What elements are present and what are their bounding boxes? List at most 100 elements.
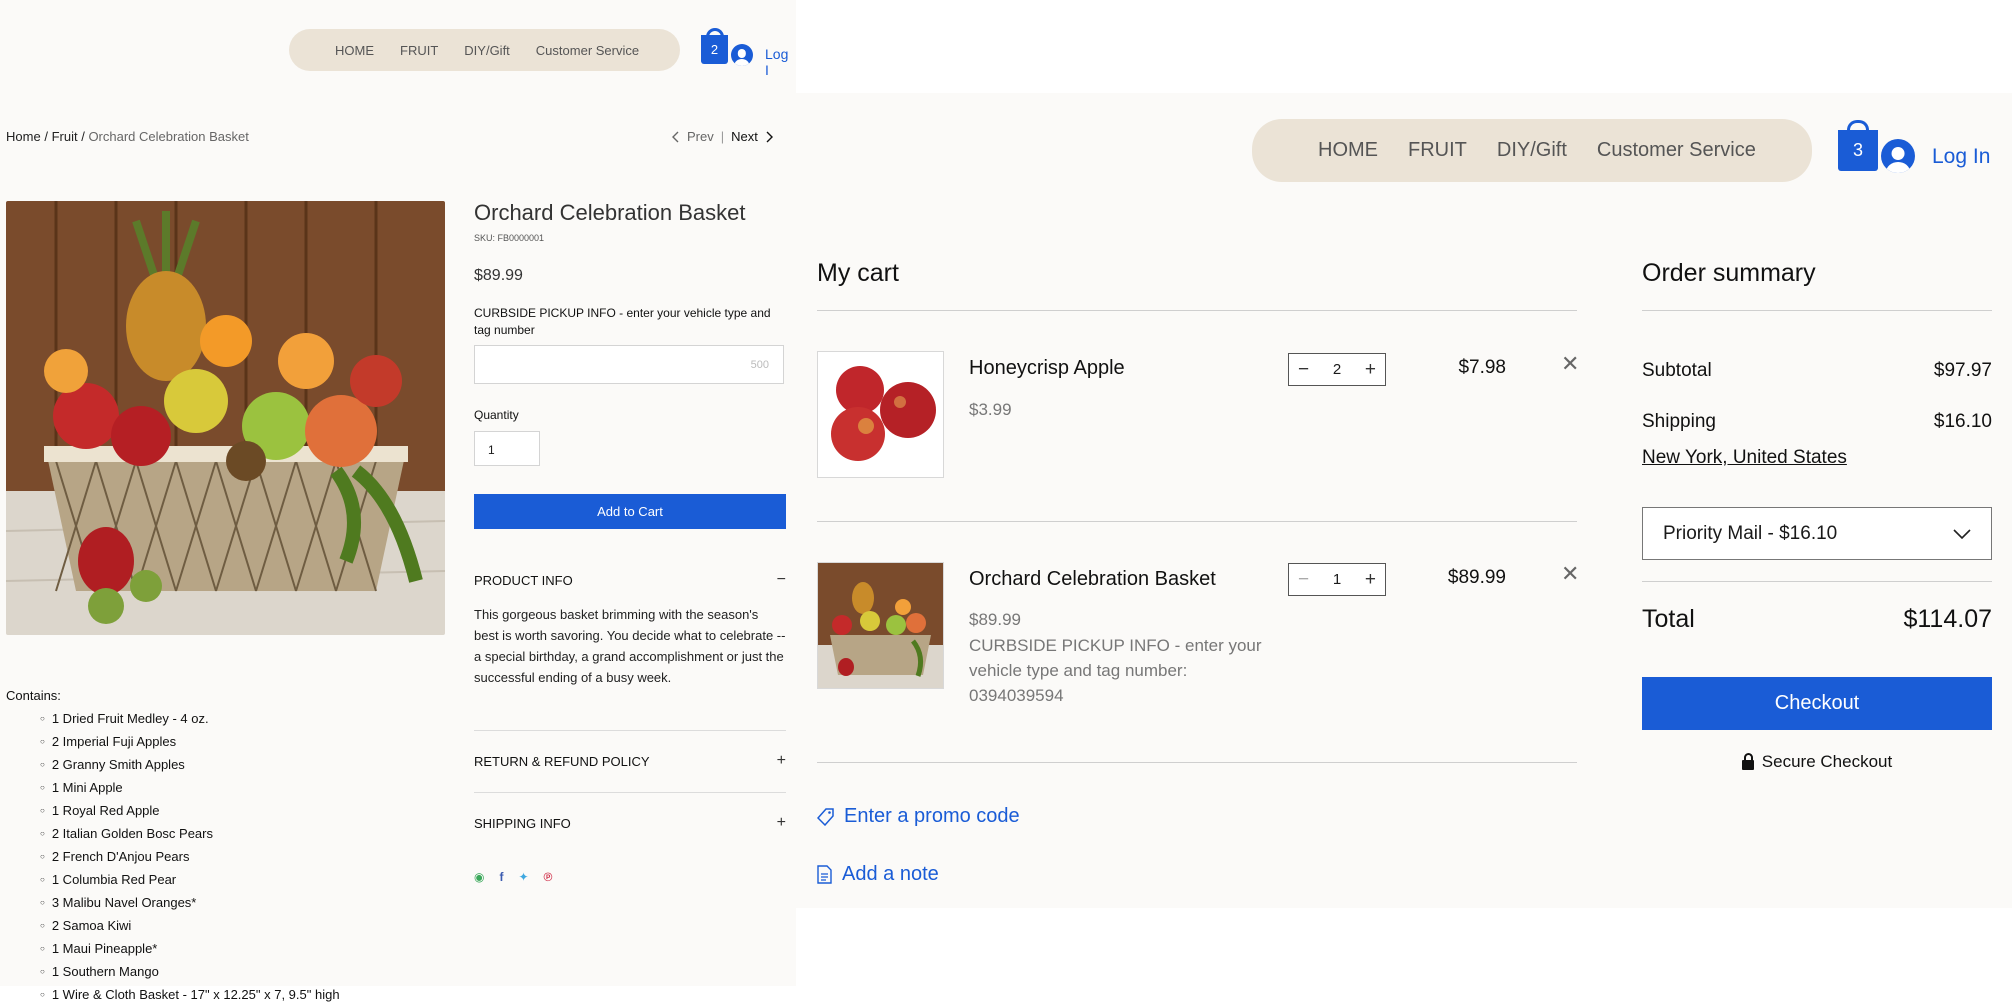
total-value: $114.07 <box>1903 605 1992 633</box>
facebook-icon[interactable]: f <box>499 870 503 884</box>
shipping-label: Shipping <box>1642 411 1716 432</box>
nav-customer-service[interactable]: Customer Service <box>1597 139 1756 162</box>
expand-plus-icon[interactable]: + <box>777 814 786 832</box>
login-link[interactable]: Log In <box>1932 145 1990 169</box>
twitter-icon[interactable]: ✦ <box>518 870 528 884</box>
pinterest-icon[interactable]: ℗ <box>544 870 553 884</box>
add-note-label: Add a note <box>842 863 939 885</box>
quantity-label: Quantity <box>474 408 519 422</box>
quantity-stepper[interactable]: − 1 + <box>1288 563 1386 596</box>
product-page-panel: HOME FRUIT DIY/Gift Customer Service 2 #… <box>0 0 796 1002</box>
shipping-option-value: Priority Mail - $16.10 <box>1663 522 1838 544</box>
add-to-cart-button[interactable]: Add to Cart <box>474 494 786 529</box>
secure-checkout: Secure Checkout <box>1642 752 1992 772</box>
contains-list: 1 Dried Fruit Medley - 4 oz. 2 Imperial … <box>40 708 340 1007</box>
next-link[interactable]: Next <box>731 129 758 144</box>
chevron-left-icon[interactable] <box>672 131 680 143</box>
cart-page-panel: HOME FRUIT DIY/Gift Customer Service 3 #… <box>796 93 2012 908</box>
item-thumbnail-apple[interactable] <box>817 351 944 478</box>
shopping-bag-icon[interactable]: 3 <box>1838 130 1878 171</box>
shipping-row: Shipping $16.10 <box>1642 411 1992 433</box>
total-row: Total $114.07 <box>1642 605 1992 634</box>
breadcrumb: Home / Fruit / Orchard Celebration Baske… <box>6 129 249 144</box>
user-avatar-icon[interactable] <box>731 44 753 66</box>
fruit-basket-thumb <box>818 563 943 688</box>
nav-diy-gift[interactable]: DIY/Gift <box>464 43 510 58</box>
item-total: $89.99 <box>1447 567 1506 588</box>
plus-icon[interactable]: + <box>1365 359 1376 381</box>
quantity-input[interactable]: 1 <box>474 431 540 466</box>
subtotal-value: $97.97 <box>1933 360 1992 381</box>
item-name[interactable]: Honeycrisp Apple <box>969 357 1125 380</box>
shipping-info-header[interactable]: SHIPPING INFO + <box>474 814 786 832</box>
product-info-header[interactable]: PRODUCT INFO − <box>474 571 786 589</box>
divider <box>1642 310 1992 311</box>
list-item: 2 French D'Anjou Pears <box>40 846 340 869</box>
login-link[interactable]: Log I <box>765 46 796 78</box>
quantity-value[interactable]: 2 <box>1333 361 1341 378</box>
return-policy-title: RETURN & REFUND POLICY <box>474 753 650 769</box>
quantity-stepper[interactable]: − 2 + <box>1288 353 1386 386</box>
total-label: Total <box>1642 605 1695 633</box>
promo-code-label: Enter a promo code <box>844 805 1020 827</box>
nav-home[interactable]: HOME <box>335 43 374 58</box>
nav-home[interactable]: HOME <box>1318 139 1378 162</box>
list-item: 2 Imperial Fuji Apples <box>40 731 340 754</box>
nav-fruit[interactable]: FRUIT <box>400 43 438 58</box>
product-image[interactable] <box>6 201 445 635</box>
tag-icon <box>817 807 834 826</box>
close-icon[interactable]: ✕ <box>1561 351 1579 377</box>
breadcrumb-fruit[interactable]: Fruit <box>52 129 78 144</box>
product-description: This gorgeous basket brimming with the s… <box>474 607 786 685</box>
product-sku: SKU: FB0000001 <box>474 233 545 243</box>
shipping-method-select[interactable]: Priority Mail - $16.10 <box>1642 507 1992 560</box>
checkout-button[interactable]: Checkout <box>1642 677 1992 730</box>
item-unit-price: $3.99 <box>969 400 1012 419</box>
note-icon <box>817 865 832 884</box>
chevron-right-icon[interactable] <box>765 131 773 143</box>
shopping-bag-icon[interactable]: 2 <box>701 35 728 64</box>
contains-label: Contains: <box>6 688 61 703</box>
expand-plus-icon[interactable]: + <box>777 752 786 770</box>
shipping-value: $16.10 <box>1933 411 1992 432</box>
collapse-minus-icon[interactable]: − <box>777 571 786 589</box>
list-item: 2 Granny Smith Apples <box>40 754 340 777</box>
return-policy-header[interactable]: RETURN & REFUND POLICY + <box>474 752 786 770</box>
add-note-link[interactable]: Add a note <box>817 863 939 886</box>
cart-count: 2 <box>710 42 719 57</box>
breadcrumb-home[interactable]: Home <box>6 129 41 144</box>
minus-icon[interactable]: − <box>1298 359 1309 381</box>
plus-icon[interactable]: + <box>1365 569 1376 591</box>
prev-link[interactable]: Prev <box>687 129 714 144</box>
item-name[interactable]: Orchard Celebration Basket <box>969 568 1216 591</box>
close-icon[interactable]: ✕ <box>1561 561 1579 587</box>
list-item: 1 Royal Red Apple <box>40 800 340 823</box>
nav-diy-gift[interactable]: DIY/Gift <box>1497 139 1567 162</box>
char-limit: 500 <box>750 359 769 371</box>
social-share: ◉ f ✦ ℗ <box>474 870 552 884</box>
pagination-nav: Prev | Next <box>672 129 773 144</box>
item-thumbnail-basket[interactable] <box>817 562 944 689</box>
list-item: 1 Maui Pineapple* <box>40 938 340 961</box>
shipping-location-link[interactable]: New York, United States <box>1642 447 1847 469</box>
item-note: CURBSIDE PICKUP INFO - enter your vehicl… <box>969 636 1262 705</box>
list-item: 3 Malibu Navel Oranges* <box>40 892 340 915</box>
main-nav: HOME FRUIT DIY/Gift Customer Service <box>289 29 680 71</box>
apple-image <box>818 352 943 477</box>
cart-count: 3 <box>1852 140 1863 160</box>
breadcrumb-separator: / <box>44 129 48 144</box>
pickup-info-textarea[interactable]: 500 <box>474 345 784 384</box>
divider <box>817 762 1577 763</box>
divider <box>474 730 786 731</box>
promo-code-link[interactable]: Enter a promo code <box>817 805 1020 828</box>
lock-icon <box>1741 753 1754 770</box>
product-info-title: PRODUCT INFO <box>474 572 573 588</box>
pickup-info-label: CURBSIDE PICKUP INFO - enter your vehicl… <box>474 306 771 337</box>
user-avatar-icon[interactable] <box>1881 139 1915 173</box>
whatsapp-icon[interactable]: ◉ <box>474 870 484 884</box>
nav-fruit[interactable]: FRUIT <box>1408 139 1467 162</box>
minus-icon[interactable]: − <box>1298 569 1309 591</box>
nav-customer-service[interactable]: Customer Service <box>536 43 639 58</box>
divider <box>474 792 786 793</box>
quantity-value[interactable]: 1 <box>1333 571 1341 588</box>
